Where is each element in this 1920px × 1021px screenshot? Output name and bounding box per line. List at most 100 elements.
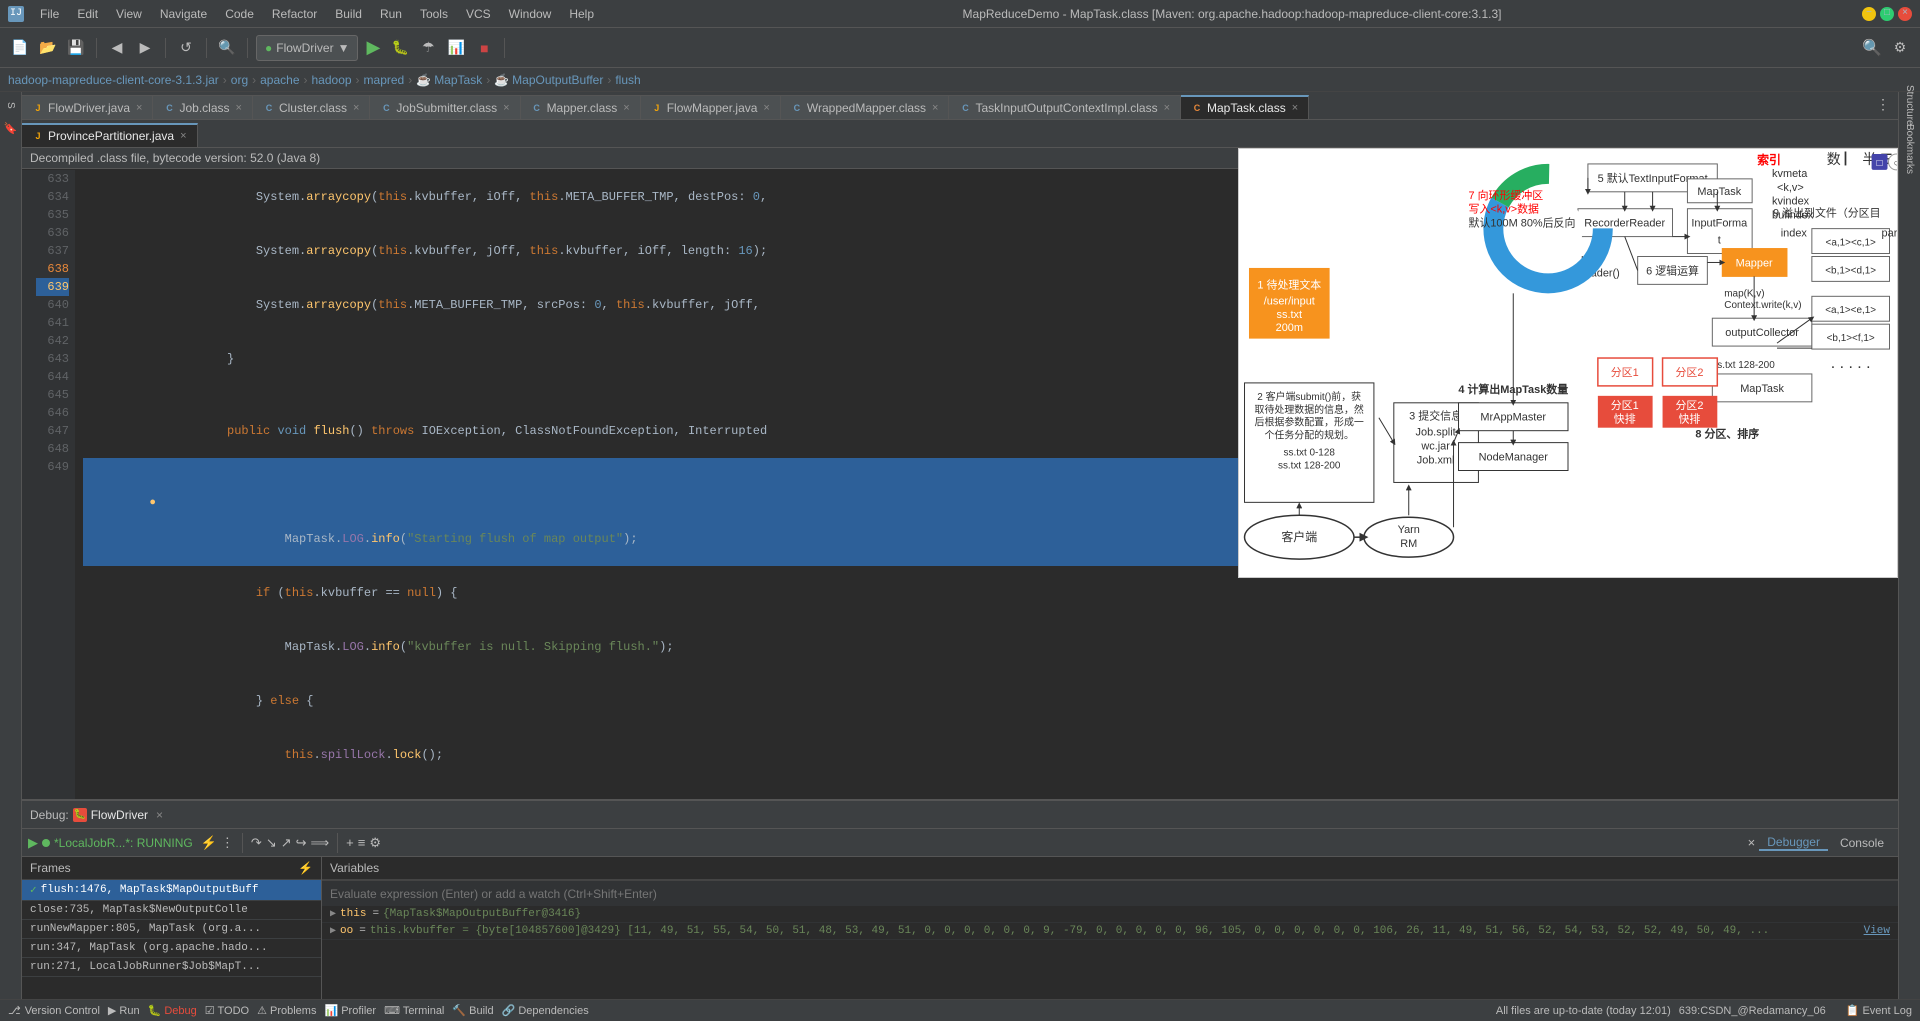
frame-item-runnewmapper[interactable]: runNewMapper:805, MapTask (org.a... (22, 920, 321, 939)
undo-button[interactable]: ↺ (174, 36, 198, 60)
run-to-cursor-button[interactable]: ↪ (296, 835, 307, 851)
bc-apache[interactable]: apache (260, 73, 299, 87)
tab-close-jobsubmitter[interactable]: × (503, 102, 509, 114)
expand-icon-this[interactable]: ▶ (330, 908, 336, 920)
tab-provincepartitioner[interactable]: J ProvincePartitioner.java × (22, 123, 198, 147)
back-button[interactable]: ◀ (105, 36, 129, 60)
tab-close-job[interactable]: × (236, 102, 242, 114)
menu-code[interactable]: Code (217, 5, 262, 23)
tab-cluster[interactable]: C Cluster.class × (253, 95, 370, 119)
debug-filter-button[interactable]: ⚡ (201, 835, 217, 851)
todo-btn[interactable]: ☑ TODO (205, 1004, 249, 1017)
menu-help[interactable]: Help (561, 5, 602, 23)
tab-job[interactable]: C Job.class × (153, 95, 252, 119)
tab-flowdriver[interactable]: J FlowDriver.java × (22, 95, 153, 119)
sort-button[interactable]: ≡ (358, 835, 366, 850)
open-button[interactable]: 📂 (36, 36, 60, 60)
var-row-this[interactable]: ▶ this = {MapTask$MapOutputBuffer@3416} (322, 906, 1898, 923)
bc-maptask[interactable]: MapTask (434, 73, 482, 87)
add-watch-button[interactable]: + (346, 835, 354, 850)
version-control-btn[interactable]: ⎇ Version Control (8, 1004, 100, 1017)
debug-session-name[interactable]: FlowDriver (91, 808, 148, 822)
menu-vcs[interactable]: VCS (458, 5, 499, 23)
step-out-button[interactable]: ↗ (281, 835, 292, 851)
bc-hadoop[interactable]: hadoop (312, 73, 352, 87)
frame-item-flush[interactable]: ✓ flush:1476, MapTask$MapOutputBuff (22, 880, 321, 901)
run-button[interactable]: ▶ (362, 37, 384, 58)
menu-navigate[interactable]: Navigate (152, 5, 215, 23)
settings-debug-button[interactable]: ⚙ (369, 835, 381, 851)
run-profile-selector[interactable]: ● FlowDriver ▼ (256, 35, 358, 61)
menu-run[interactable]: Run (372, 5, 410, 23)
tab-more-button[interactable]: ⋮ (1868, 92, 1898, 119)
problems-btn[interactable]: ⚠ Problems (257, 1004, 316, 1017)
coverage-button[interactable]: ☂ (416, 36, 440, 60)
profile-run-button[interactable]: 📊 (444, 36, 468, 60)
watch-expression-input[interactable] (330, 887, 1890, 901)
step-into-button[interactable]: ↘ (266, 835, 277, 851)
menu-file[interactable]: File (32, 5, 67, 23)
menu-view[interactable]: View (108, 5, 150, 23)
debug-resume-button[interactable]: ▶ (28, 835, 38, 851)
bc-flush[interactable]: flush (615, 73, 640, 87)
menu-tools[interactable]: Tools (412, 5, 456, 23)
close-button[interactable]: × (1898, 7, 1912, 21)
search-everywhere-button[interactable]: 🔍 (1860, 36, 1884, 60)
tab-close-flowdriver[interactable]: × (136, 102, 142, 114)
tab-close-mapper[interactable]: × (623, 102, 629, 114)
maximize-button[interactable]: □ (1880, 7, 1894, 21)
tab-wrappedmapper[interactable]: C WrappedMapper.class × (781, 95, 950, 119)
tab-mapper[interactable]: C Mapper.class × (521, 95, 641, 119)
evaluate-button[interactable]: ⟹ (311, 835, 330, 851)
tab-close-wrappedmapper[interactable]: × (932, 102, 938, 114)
debug-more-button[interactable]: ⋮ (221, 835, 234, 851)
new-file-button[interactable]: 📄 (8, 36, 32, 60)
bc-mapoutputbuffer[interactable]: MapOutputBuffer (512, 73, 603, 87)
console-tab[interactable]: Console (1832, 836, 1892, 850)
tab-jobsubmitter[interactable]: C JobSubmitter.class × (370, 95, 520, 119)
debug-btn-status[interactable]: 🐛 Debug (148, 1004, 197, 1017)
structure-right-icon[interactable]: Structure (1901, 96, 1919, 114)
debug-button[interactable]: 🐛 (388, 36, 412, 60)
menu-edit[interactable]: Edit (69, 5, 106, 23)
tab-close-taskinput[interactable]: × (1164, 102, 1170, 114)
save-button[interactable]: 💾 (64, 36, 88, 60)
close-debug-button[interactable]: × (1748, 835, 1756, 850)
build-btn[interactable]: 🔨 Build (452, 1004, 493, 1017)
run-btn-status[interactable]: ▶ Run (108, 1004, 140, 1017)
bookmarks-icon[interactable]: 🔖 (2, 120, 20, 138)
tab-close-cluster[interactable]: × (353, 102, 359, 114)
stop-button[interactable]: ■ (472, 36, 496, 60)
bc-mapred[interactable]: mapred (364, 73, 405, 87)
profiler-btn[interactable]: 📊 Profiler (324, 1004, 376, 1017)
bc-org[interactable]: org (231, 73, 248, 87)
event-log-btn[interactable]: 📋 Event Log (1846, 1004, 1912, 1017)
dependencies-btn[interactable]: 🔗 Dependencies (502, 1004, 589, 1017)
structure-icon[interactable]: S (2, 96, 20, 114)
menu-window[interactable]: Window (501, 5, 560, 23)
tab-close-flowmapper[interactable]: × (763, 102, 769, 114)
step-over-button[interactable]: ↷ (251, 835, 262, 851)
menu-refactor[interactable]: Refactor (264, 5, 325, 23)
navigate-button[interactable]: 🔍 (215, 36, 239, 60)
var-row-kvbuffer[interactable]: ▶ oo = this.kvbuffer = {byte[104857600]@… (322, 923, 1898, 940)
settings-button[interactable]: ⚙ (1888, 36, 1912, 60)
tab-maptask[interactable]: C MapTask.class × (1181, 95, 1309, 119)
frame-item-close[interactable]: close:735, MapTask$NewOutputColle (22, 901, 321, 920)
expand-icon-kvbuffer[interactable]: ▶ (330, 925, 336, 937)
forward-button[interactable]: ▶ (133, 36, 157, 60)
tab-close-maptask[interactable]: × (1292, 102, 1298, 114)
bookmarks-right-icon[interactable]: Bookmarks (1901, 140, 1919, 158)
tab-flowmapper[interactable]: J FlowMapper.java × (641, 95, 781, 119)
debug-session-close[interactable]: × (156, 808, 163, 822)
frames-filter-icon[interactable]: ⚡ (298, 861, 313, 875)
debugger-tab[interactable]: Debugger (1759, 835, 1828, 851)
frame-item-run347[interactable]: run:347, MapTask (org.apache.hado... (22, 939, 321, 958)
frame-item-run271[interactable]: run:271, LocalJobRunner$Job$MapT... (22, 958, 321, 977)
menu-build[interactable]: Build (327, 5, 370, 23)
tab-taskinput[interactable]: C TaskInputOutputContextImpl.class × (949, 95, 1181, 119)
minimize-button[interactable]: − (1862, 7, 1876, 21)
terminal-btn[interactable]: ⌨ Terminal (384, 1004, 444, 1017)
bc-jar[interactable]: hadoop-mapreduce-client-core-3.1.3.jar (8, 73, 219, 87)
var-view-kvbuffer[interactable]: View (1864, 925, 1890, 937)
